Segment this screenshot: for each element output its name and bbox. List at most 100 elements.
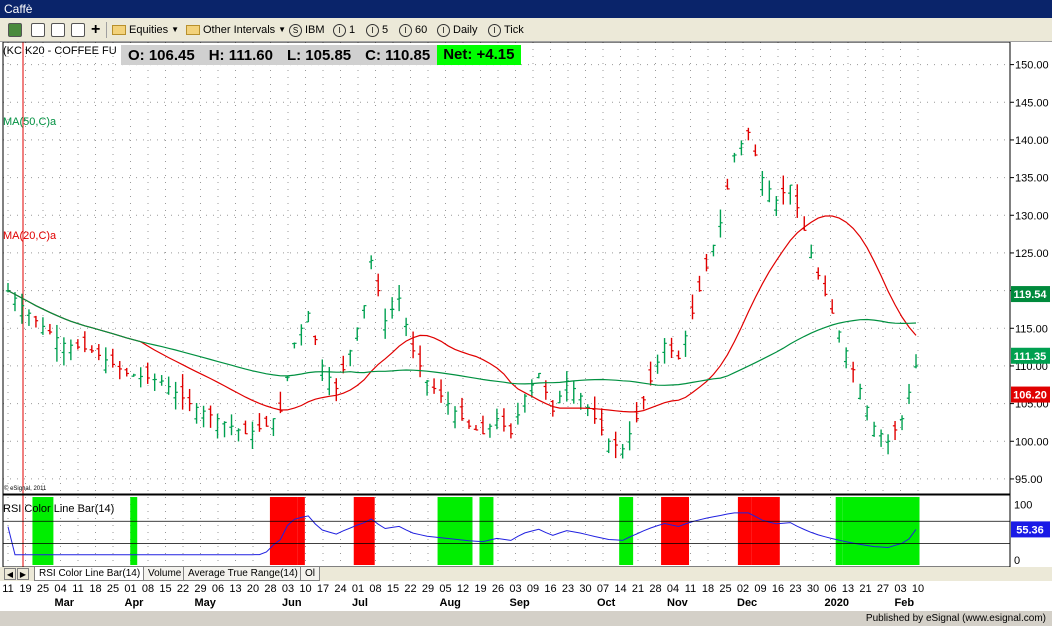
x-tick-label: 20 <box>246 583 260 595</box>
interval-button-1[interactable]: I1 <box>333 21 355 39</box>
properties-icon[interactable] <box>71 21 85 39</box>
chart-icon[interactable] <box>8 21 22 39</box>
x-tick-label: 25 <box>106 583 120 595</box>
interval-icon: I <box>399 23 412 37</box>
x-axis: 11 19 25 04 11 18 25 01 08 15 22 29 06 13 20 28 03 10 17 24… <box>0 581 1052 611</box>
x-month-label: Sep <box>509 597 530 609</box>
rsi-overbought-bar <box>661 497 690 565</box>
y-tick-label: 100.00 <box>1015 436 1049 448</box>
other-intervals-menu[interactable]: Other Intervals ▼ <box>186 21 286 39</box>
other-intervals-label: Other Intervals <box>203 24 276 36</box>
x-tick-label: 28 <box>264 583 277 595</box>
x-tick-label: 06 <box>211 583 225 595</box>
x-tick-label: 22 <box>176 583 190 595</box>
x-month-label: Jul <box>352 597 368 609</box>
x-tick-label: 04 <box>54 583 67 595</box>
x-tick-label: 15 <box>159 583 172 595</box>
interval-button-daily[interactable]: I Daily <box>437 21 477 39</box>
rsi-overbought-bar <box>353 497 375 565</box>
x-tick-label: 27 <box>876 583 890 595</box>
rsi-oversold-bar <box>619 497 634 565</box>
tab-scroll-right-icon[interactable]: ▶ <box>17 568 29 580</box>
x-month-label: Apr <box>124 597 144 609</box>
equities-menu[interactable]: Equities ▼ <box>112 21 179 39</box>
interval-button-ibm[interactable]: S IBM <box>289 21 325 39</box>
x-tick-label: 08 <box>141 583 155 595</box>
x-tick-label: 02 <box>736 583 750 595</box>
x-tick-label: 19 <box>19 583 32 595</box>
x-month-label: Feb <box>894 597 915 609</box>
x-tick-label: 16 <box>771 583 785 595</box>
interval-button-5[interactable]: I5 <box>366 21 388 39</box>
y-tick-label: 125.00 <box>1015 248 1049 260</box>
y-tick-label: 95.00 <box>1015 474 1043 486</box>
x-tick-label: 29 <box>421 583 435 595</box>
interval-button-60[interactable]: I 60 <box>399 21 427 39</box>
x-tick-label: 03 <box>509 583 522 595</box>
x-tick-label: 23 <box>561 583 575 595</box>
x-tick-label: 14 <box>614 583 627 595</box>
ma50-value-box-label: 119.54 <box>1013 289 1047 301</box>
rsi-overbought-bar <box>751 497 780 565</box>
x-tick-label: 01 <box>124 583 137 595</box>
x-tick-label: 04 <box>666 583 680 595</box>
rsi-tick-label: 0 <box>1014 555 1020 567</box>
dropdown-arrow-icon: ▼ <box>171 25 180 34</box>
rsi-overbought-bar <box>269 497 298 565</box>
high-value: H: 111.60 <box>208 46 273 64</box>
x-month-label: Jun <box>282 597 302 609</box>
open-value: O: 106.45 <box>128 46 195 64</box>
chart-background <box>0 42 1052 567</box>
tab-volume[interactable]: Volume <box>143 567 187 581</box>
x-tick-label: 21 <box>631 583 645 595</box>
interval-button-tick[interactable]: I Tick <box>488 21 524 39</box>
tab-oi[interactable]: Ol <box>300 567 320 581</box>
x-month-label: Nov <box>667 597 688 609</box>
x-tick-label: 18 <box>701 583 715 595</box>
x-tick-label: 25 <box>36 583 50 595</box>
tab-scroll-left-icon[interactable]: ◀ <box>4 568 16 580</box>
x-month-label: Dec <box>737 597 758 609</box>
x-tick-label: 16 <box>544 583 557 595</box>
x-tick-label: 23 <box>789 583 802 595</box>
copy-icon[interactable] <box>51 21 65 39</box>
y-tick-label: 150.00 <box>1015 60 1049 72</box>
x-tick-label: 25 <box>719 583 732 595</box>
symbol-label: (KC K20 - COFFEE FU <box>3 45 117 57</box>
x-tick-label: 29 <box>194 583 207 595</box>
x-tick-label: 28 <box>649 583 662 595</box>
x-tick-label: 06 <box>824 583 837 595</box>
y-tick-label: 115.00 <box>1015 323 1048 335</box>
y-tick-label: 140.00 <box>1015 135 1049 147</box>
x-tick-label: 10 <box>911 583 925 595</box>
x-tick-label: 11 <box>2 583 14 595</box>
x-tick-label: 03 <box>281 583 295 595</box>
x-tick-label: 21 <box>859 583 872 595</box>
tab-rsi[interactable]: RSI Color Line Bar(14) <box>34 567 146 581</box>
net-change: Net: +4.15 <box>437 45 521 65</box>
tab-atr[interactable]: Average True Range(14) <box>183 567 303 581</box>
rsi-overbought-bar <box>737 497 752 565</box>
low-value: L: 105.85 <box>286 46 352 64</box>
interval-icon: I <box>333 23 346 37</box>
y-tick-label: 145.00 <box>1015 97 1049 109</box>
x-tick-label: 19 <box>474 583 487 595</box>
rsi-label: RSI Color Line Bar(14) <box>3 503 114 515</box>
ma20-value-box-label: 106.20 <box>1013 390 1047 402</box>
ma50-label: MA(50,C)a <box>3 116 57 128</box>
rsi-oversold-bar <box>437 497 473 565</box>
rsi-value-box-label: 55.36 <box>1016 524 1044 536</box>
rsi-oversold-bar <box>835 497 843 565</box>
page-icon[interactable] <box>31 21 45 39</box>
x-tick-label: 09 <box>526 583 540 595</box>
price-chart[interactable]: 150.00145.00140.00135.00130.00125.00120.… <box>0 42 1052 567</box>
x-tick-label: 30 <box>579 583 592 595</box>
add-icon[interactable]: + <box>91 21 100 39</box>
y-tick-label: 130.00 <box>1015 210 1049 222</box>
rsi-overbought-bar <box>297 497 305 565</box>
x-tick-label: 07 <box>596 583 610 595</box>
x-tick-label: 05 <box>439 583 452 595</box>
toolbar: + Equities ▼ Other Intervals ▼ S IBM I1 I… <box>0 18 1052 42</box>
equities-label: Equities <box>129 24 169 36</box>
x-tick-label: 08 <box>369 583 382 595</box>
